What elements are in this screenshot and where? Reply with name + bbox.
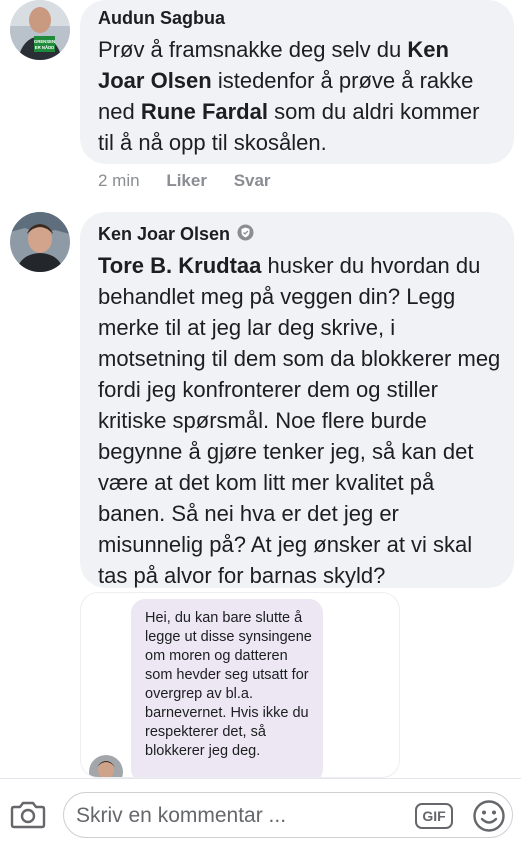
attachment-chat-text: Hei, du kan bare slutte å legge ut disse… xyxy=(145,610,312,759)
comment-author[interactable]: Audun Sagbua xyxy=(98,8,225,29)
avatar-badge-line2: ER NÅDD xyxy=(35,45,55,50)
avatar-image xyxy=(10,212,70,272)
comment-text-part: husker du hvordan du behandlet meg på ve… xyxy=(98,253,501,588)
avatar-badge-line1: GRENSEN xyxy=(34,39,55,44)
mention-tore-b-krudtaa[interactable]: Tore B. Krudtaa xyxy=(98,253,261,278)
avatar-image: GRENSEN ER NÅDD xyxy=(10,0,70,60)
reply-button[interactable]: Svar xyxy=(234,171,271,191)
comment-ken: Ken Joar Olsen Tore B. Krudtaa husker du… xyxy=(0,212,521,778)
like-button[interactable]: Liker xyxy=(166,171,207,191)
attachment-avatar xyxy=(89,755,123,777)
comment-author-name[interactable]: Ken Joar Olsen xyxy=(98,224,230,244)
comment-text: Tore B. Krudtaa husker du hvordan du beh… xyxy=(98,250,503,591)
comment-author[interactable]: Ken Joar Olsen xyxy=(98,224,254,246)
comment-composer: GIF xyxy=(0,778,521,848)
camera-icon[interactable] xyxy=(10,799,46,829)
comment-time[interactable]: 2 min xyxy=(98,171,140,191)
comment-input-container[interactable]: GIF xyxy=(63,792,513,838)
comment-attachment-image[interactable]: Hei, du kan bare slutte å legge ut disse… xyxy=(80,592,400,778)
gif-button[interactable]: GIF xyxy=(415,803,453,829)
avatar[interactable]: GRENSEN ER NÅDD xyxy=(10,0,70,60)
comment-meta: 2 min Liker Svar xyxy=(98,171,271,191)
mention-rune-fardal[interactable]: Rune Fardal xyxy=(141,99,268,124)
emoji-smile-icon[interactable] xyxy=(472,799,506,833)
avatar[interactable] xyxy=(10,212,70,272)
comment-text: Prøv å framsnakke deg selv du Ken Joar O… xyxy=(98,34,498,158)
comment-input[interactable] xyxy=(76,801,406,831)
comment-audun: GRENSEN ER NÅDD Audun Sagbua Prøv å fram… xyxy=(0,0,521,200)
comment-text-part: Prøv å framsnakke deg selv du xyxy=(98,37,408,62)
shield-badge-icon xyxy=(237,224,254,246)
